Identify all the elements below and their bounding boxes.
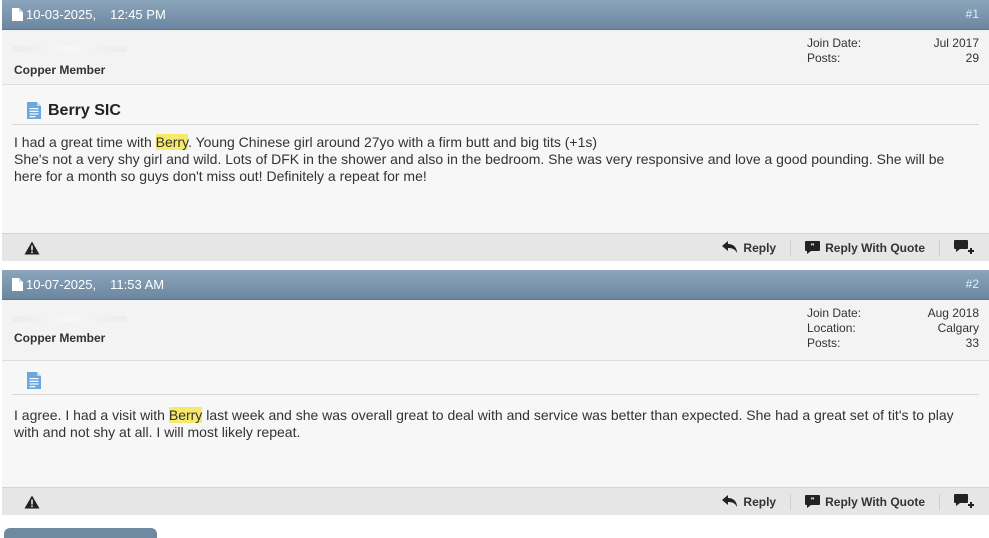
action-divider	[939, 239, 940, 256]
post-body: Berry SIC I had a great time with Berry.…	[2, 85, 989, 233]
reply-label: Reply	[743, 240, 777, 255]
post-2: 10-07-2025, 11:53 AM #2 Copper Member Jo…	[2, 270, 989, 515]
stat-label: Posts:	[807, 336, 841, 350]
reply-with-quote-button[interactable]: ❞ Reply With Quote	[805, 495, 925, 509]
stat-value: 29	[965, 51, 979, 65]
content-line-1: I had a great time with Berry. Young Chi…	[14, 134, 969, 151]
user-title: Copper Member	[14, 63, 106, 77]
svg-text:❞: ❞	[811, 497, 815, 505]
multi-quote-icon	[954, 240, 974, 254]
stat-posts: Posts: 33	[807, 336, 979, 351]
username-redacted	[12, 46, 127, 52]
user-title: Copper Member	[14, 331, 106, 345]
user-stats: Join Date: Aug 2018 Location: Calgary Po…	[807, 306, 979, 351]
reply-button[interactable]: Reply	[722, 495, 776, 509]
post-date: 10-03-2025, 12:45 PM	[12, 7, 166, 22]
post-date-text: 10-03-2025,	[26, 7, 97, 22]
post-time-text: 12:45 PM	[110, 7, 166, 22]
bottom-action-button[interactable]	[4, 528, 157, 538]
post-time-text: 11:53 AM	[110, 277, 165, 292]
reply-button[interactable]: Reply	[722, 241, 776, 255]
post-date-text: 10-07-2025,	[26, 277, 97, 292]
action-divider	[939, 493, 940, 510]
post-date: 10-07-2025, 11:53 AM	[12, 277, 164, 292]
reply-arrow-icon	[722, 241, 738, 253]
post-header: 10-07-2025, 11:53 AM #2	[2, 270, 989, 300]
stat-label: Join Date:	[807, 36, 862, 50]
post-number-link[interactable]: #2	[966, 277, 979, 291]
user-stats: Join Date: Jul 2017 Posts: 29	[807, 36, 979, 66]
user-info: Copper Member Join Date: Jul 2017 Posts:…	[2, 30, 989, 85]
stat-label: Join Date:	[807, 306, 862, 320]
quote-bubble-icon: ❞	[805, 241, 821, 254]
post-title-row	[12, 367, 979, 395]
document-icon	[12, 278, 23, 291]
post-document-icon	[27, 372, 41, 389]
post-body: I agree. I had a visit with Berry last w…	[2, 361, 989, 487]
post-document-icon	[27, 102, 41, 119]
reply-with-quote-button[interactable]: ❞ Reply With Quote	[805, 241, 925, 255]
stat-join-date: Join Date: Aug 2018	[807, 306, 979, 321]
content-text: I agree. I had a visit with	[14, 407, 169, 423]
post-title: Berry SIC	[48, 101, 121, 119]
post-header: 10-03-2025, 12:45 PM #1	[2, 0, 989, 30]
content-text: . Young Chinese girl around 27yo with a …	[188, 134, 598, 150]
post-number-link[interactable]: #1	[966, 7, 979, 21]
report-warning-icon[interactable]	[24, 495, 40, 509]
search-highlight: Berry	[168, 407, 203, 423]
user-info: Copper Member Join Date: Aug 2018 Locati…	[2, 300, 989, 361]
stat-value: 33	[965, 336, 979, 350]
action-divider	[790, 239, 792, 256]
document-icon	[12, 8, 23, 21]
stat-value: Calgary	[937, 321, 979, 335]
post-actions: Reply ❞ Reply With Quote	[722, 234, 979, 261]
post-footer: Reply ❞ Reply With Quote	[2, 487, 989, 515]
stat-posts: Posts: 29	[807, 51, 979, 66]
multi-quote-button[interactable]	[954, 494, 979, 509]
stat-join-date: Join Date: Jul 2017	[807, 36, 979, 51]
post-content: I had a great time with Berry. Young Chi…	[14, 134, 969, 185]
multi-quote-icon	[954, 494, 974, 508]
multi-quote-button[interactable]	[954, 240, 979, 255]
search-highlight: Berry	[155, 134, 189, 150]
content-paragraph: She's not a very shy girl and wild. Lots…	[14, 151, 945, 184]
stat-location: Location: Calgary	[807, 321, 979, 336]
content-text: I had a great time with	[14, 134, 156, 150]
action-divider	[790, 493, 792, 510]
username-redacted	[12, 316, 127, 322]
post-footer: Reply ❞ Reply With Quote	[2, 233, 989, 261]
report-warning-icon[interactable]	[24, 241, 40, 255]
reply-with-quote-label: Reply With Quote	[825, 494, 925, 509]
svg-text:❞: ❞	[811, 243, 815, 251]
reply-arrow-icon	[722, 495, 738, 507]
post-actions: Reply ❞ Reply With Quote	[722, 488, 979, 515]
reply-with-quote-label: Reply With Quote	[825, 240, 925, 255]
stat-value: Jul 2017	[933, 36, 979, 50]
quote-bubble-icon: ❞	[805, 495, 821, 508]
post-title-row: Berry SIC	[12, 97, 979, 125]
post-1: 10-03-2025, 12:45 PM #1 Copper Member Jo…	[2, 0, 989, 261]
stat-label: Posts:	[807, 51, 841, 65]
reply-label: Reply	[743, 494, 777, 509]
stat-label: Location:	[807, 321, 856, 335]
stat-value: Aug 2018	[927, 306, 979, 320]
post-content: I agree. I had a visit with Berry last w…	[14, 407, 969, 441]
